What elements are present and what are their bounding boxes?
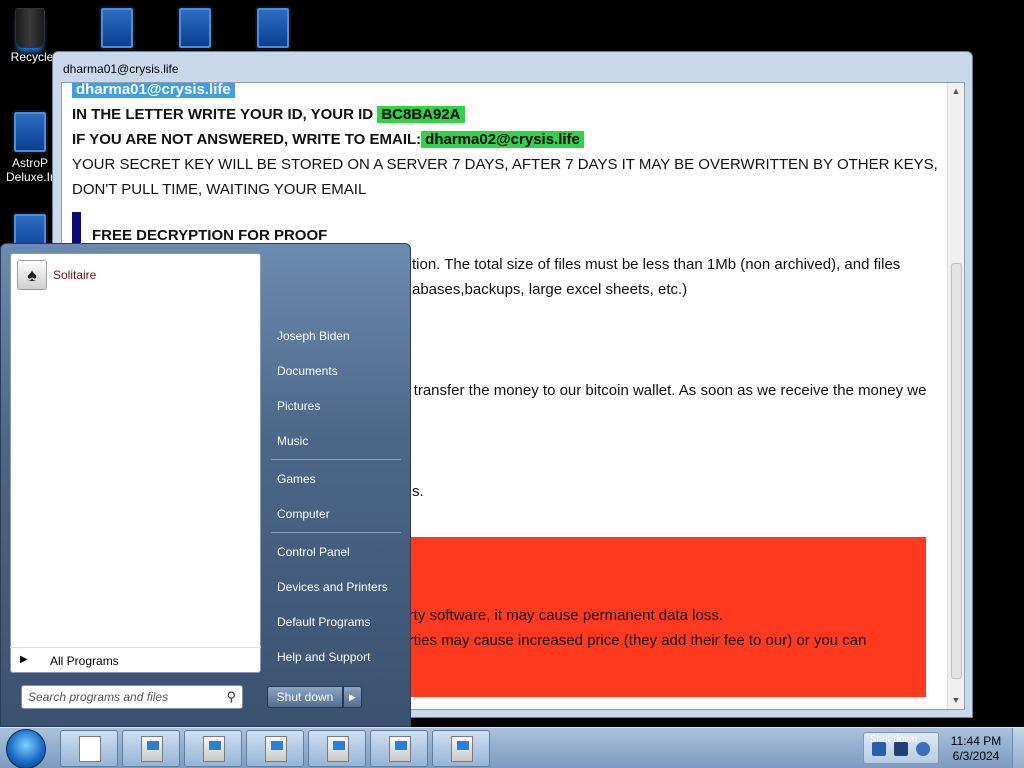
- section-marker: [72, 212, 81, 246]
- start-menu: ♠ Solitaire ▶ All Programs Search progra…: [0, 243, 411, 727]
- trash-can-icon: [15, 8, 45, 48]
- taskbar-app-button[interactable]: [370, 730, 428, 767]
- desktop: Recycle AstroP Deluxe.Ir dharma01@crysis…: [0, 0, 1024, 768]
- contact-email[interactable]: dharma01@crysis.life: [72, 83, 235, 98]
- window-title: dharma01@crysis.life: [63, 62, 179, 76]
- start-button[interactable]: [6, 729, 46, 768]
- start-item-games[interactable]: Games: [267, 464, 405, 494]
- application-icon: [255, 6, 291, 50]
- taskbar-app-button[interactable]: [122, 730, 180, 767]
- warning-text: party software, it may cause permanent d…: [392, 607, 723, 624]
- search-input[interactable]: Search programs and files ⚲: [21, 685, 243, 709]
- secret-key-notice: YOUR SECRET KEY WILL BE STORED ON A SERV…: [72, 156, 938, 198]
- all-programs-label: All Programs: [50, 654, 119, 668]
- start-item-default-programs[interactable]: Default Programs: [267, 607, 405, 637]
- alternate-email[interactable]: dharma02@crysis.life: [421, 131, 584, 148]
- desktop-shortcut-icon[interactable]: [237, 6, 309, 52]
- clock-date: 6/3/2024: [952, 749, 1000, 763]
- application-icon: [177, 6, 213, 50]
- solitaire-icon: ♠: [17, 260, 47, 290]
- application-icon: [12, 110, 48, 154]
- taskbar-app-button[interactable]: [184, 730, 242, 767]
- search-placeholder: Search programs and files: [28, 690, 169, 704]
- scroll-thumb[interactable]: [951, 263, 962, 679]
- start-item-control-panel[interactable]: Control Panel: [267, 537, 405, 567]
- menu-separator: [271, 459, 401, 460]
- email-instruction: IF YOU ARE NOT ANSWERED, WRITE TO EMAIL:: [72, 131, 422, 148]
- start-item-user[interactable]: Joseph Biden: [267, 321, 405, 351]
- menu-separator: [271, 532, 401, 533]
- note-text-fragment: s.: [412, 483, 424, 500]
- taskbar-app-button[interactable]: [432, 730, 490, 767]
- programs-pane: ♠ Solitaire: [10, 253, 261, 673]
- shutdown-options-icon[interactable]: ▶: [343, 686, 362, 708]
- start-item-pictures[interactable]: Pictures: [267, 391, 405, 421]
- program-install-icon: [265, 736, 287, 762]
- program-install-icon: [203, 736, 225, 762]
- note-text-fragment: tion. The total size of files must be le…: [412, 256, 901, 273]
- start-item-help-support[interactable]: Help and Support: [267, 642, 405, 672]
- program-install-icon: [327, 736, 349, 762]
- program-install-icon: [141, 736, 163, 762]
- victim-id: BC8BA92A: [377, 106, 465, 123]
- note-text-fragment: y transfer the money to our bitcoin wall…: [402, 382, 927, 399]
- program-label: Solitaire: [53, 268, 97, 282]
- astrop-deluxe-label: AstroP Deluxe.Ir: [5, 156, 55, 184]
- desktop-shortcut-icon[interactable]: [159, 6, 231, 52]
- scroll-up-icon[interactable]: ▲: [948, 83, 964, 100]
- note-content: dharma01@crysis.life IN THE LETTER WRITE…: [72, 83, 940, 248]
- search-icon[interactable]: ⚲: [226, 689, 236, 705]
- network-icon[interactable]: [894, 742, 908, 756]
- start-item-documents[interactable]: Documents: [267, 356, 405, 386]
- chevron-right-icon: ▶: [20, 654, 28, 665]
- taskbar-app-button[interactable]: [308, 730, 366, 767]
- show-desktop-button[interactable]: [1012, 728, 1024, 768]
- document-icon: [79, 736, 101, 762]
- shutdown-button[interactable]: Shut down: [267, 686, 343, 708]
- application-icon: [99, 6, 135, 50]
- taskbar-app-button[interactable]: [246, 730, 304, 767]
- taskbar: Shut down 11:44 PM 6/3/2024: [0, 727, 1024, 768]
- desktop-shortcut-icon[interactable]: [81, 6, 153, 52]
- id-instruction: IN THE LETTER WRITE YOUR ID, YOUR ID: [72, 106, 374, 123]
- program-solitaire[interactable]: ♠ Solitaire: [17, 258, 255, 292]
- notification-area[interactable]: Shut down: [863, 732, 939, 764]
- taskbar-notepad-button[interactable]: [60, 730, 118, 767]
- note-text-fragment: abases,backups, large excel sheets, etc.…: [412, 281, 688, 298]
- program-install-icon: [389, 736, 411, 762]
- system-clock[interactable]: 11:44 PM 6/3/2024: [946, 734, 1006, 764]
- start-item-devices-printers[interactable]: Devices and Printers: [267, 572, 405, 602]
- start-item-computer[interactable]: Computer: [267, 499, 405, 529]
- all-programs-button[interactable]: ▶ All Programs: [10, 647, 261, 675]
- vertical-scrollbar[interactable]: ▲ ▼: [947, 83, 964, 709]
- start-item-music[interactable]: Music: [267, 426, 405, 456]
- action-center-icon[interactable]: [872, 742, 886, 756]
- scroll-down-icon[interactable]: ▼: [948, 692, 964, 709]
- clock-time: 11:44 PM: [950, 734, 1002, 748]
- volume-icon[interactable]: [916, 742, 930, 756]
- program-install-icon: [451, 736, 473, 762]
- warning-text: parties may cause increased price (they …: [392, 632, 867, 649]
